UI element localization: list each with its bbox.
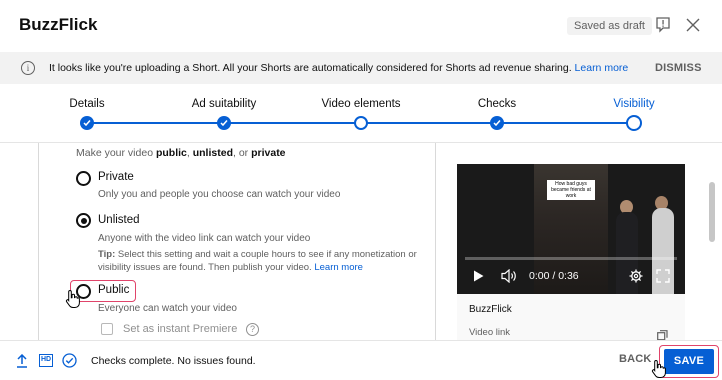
option-unlisted-desc: Anyone with the video link can watch you… — [98, 233, 311, 244]
video-link-label: Video link — [469, 327, 511, 338]
hand-cursor-icon — [651, 359, 666, 378]
option-public-label[interactable]: Public — [98, 284, 129, 296]
option-private-desc: Only you and people you choose can watch… — [98, 189, 341, 200]
banner-text: It looks like you're uploading a Short. … — [49, 62, 628, 74]
dialog-header: BuzzFlick Saved as draft — [0, 0, 722, 52]
intro-or: , or — [233, 147, 249, 159]
dialog-title: BuzzFlick — [19, 15, 98, 34]
play-icon[interactable] — [473, 270, 484, 282]
checks-status: Checks complete. No issues found. — [91, 355, 256, 367]
radio-unlisted[interactable] — [76, 213, 91, 228]
tip-text: Select this setting and wait a couple ho… — [98, 249, 417, 273]
feedback-icon[interactable] — [656, 17, 670, 33]
dismiss-button[interactable]: DISMISS — [655, 62, 702, 74]
back-button[interactable]: BACK — [619, 353, 652, 365]
copy-icon[interactable] — [657, 330, 668, 340]
banner-message: It looks like you're uploading a Short. … — [49, 62, 572, 74]
fullscreen-icon[interactable] — [656, 269, 670, 283]
tab-details[interactable]: Details — [69, 98, 104, 110]
gear-icon[interactable] — [629, 269, 643, 283]
banner-learn-more-link[interactable]: Learn more — [575, 62, 629, 74]
help-icon[interactable]: ? — [246, 323, 259, 336]
step-visibility-current-icon[interactable] — [626, 115, 642, 131]
video-preview[interactable]: How bad guys became friends at work 0:00… — [457, 164, 685, 294]
check-circle-icon — [62, 353, 77, 368]
visibility-options-panel: Make your video public, unlisted, or pri… — [38, 143, 436, 340]
video-caption: How bad guys became friends at work — [547, 180, 595, 200]
tip-label: Tip: — [98, 249, 116, 260]
step-checks-done-icon[interactable] — [490, 116, 504, 130]
radio-private[interactable] — [76, 171, 91, 186]
video-progress-bar[interactable] — [465, 257, 677, 260]
tab-video-elements[interactable]: Video elements — [321, 98, 400, 110]
dialog-footer: HD Checks complete. No issues found. BAC… — [0, 340, 722, 380]
option-private-label[interactable]: Private — [98, 171, 134, 183]
shorts-info-banner: i It looks like you're uploading a Short… — [0, 52, 722, 84]
hd-icon: HD — [39, 354, 53, 367]
tip-learn-more-link[interactable]: Learn more — [314, 262, 363, 273]
volume-icon[interactable] — [501, 269, 517, 283]
intro-sep: , — [186, 147, 190, 159]
info-icon: i — [21, 61, 35, 75]
instant-premiere-label[interactable]: Set as instant Premiere — [123, 323, 237, 335]
step-video-elements-icon[interactable] — [354, 116, 368, 130]
instant-premiere-checkbox[interactable] — [101, 323, 113, 335]
step-ad-suitability-done-icon[interactable] — [217, 116, 231, 130]
intro-private: private — [251, 147, 286, 159]
option-public-desc: Everyone can watch your video — [98, 303, 237, 314]
save-button[interactable]: SAVE — [664, 349, 714, 374]
tab-checks[interactable]: Checks — [478, 98, 516, 110]
scrollbar[interactable] — [709, 182, 715, 242]
intro-prefix: Make your video — [76, 147, 154, 159]
option-unlisted-label[interactable]: Unlisted — [98, 214, 140, 226]
hand-cursor-icon — [65, 289, 80, 308]
video-time: 0:00 / 0:36 — [529, 270, 579, 282]
intro-public: public — [155, 147, 187, 159]
close-icon[interactable] — [686, 18, 700, 32]
video-filename: BuzzFlick — [469, 304, 512, 315]
tab-ad-suitability[interactable]: Ad suitability — [192, 98, 257, 110]
intro-unlisted: unlisted — [192, 147, 233, 159]
monetization-tip: Tip: Select this setting and wait a coup… — [98, 249, 428, 274]
step-details-done-icon[interactable] — [80, 116, 94, 130]
tab-visibility[interactable]: Visibility — [613, 98, 654, 110]
visibility-intro: Make your video public, unlisted, or pri… — [76, 147, 286, 159]
draft-status-badge: Saved as draft — [567, 17, 652, 35]
upload-icon — [17, 354, 27, 368]
video-details: BuzzFlick Video link — [457, 294, 685, 340]
